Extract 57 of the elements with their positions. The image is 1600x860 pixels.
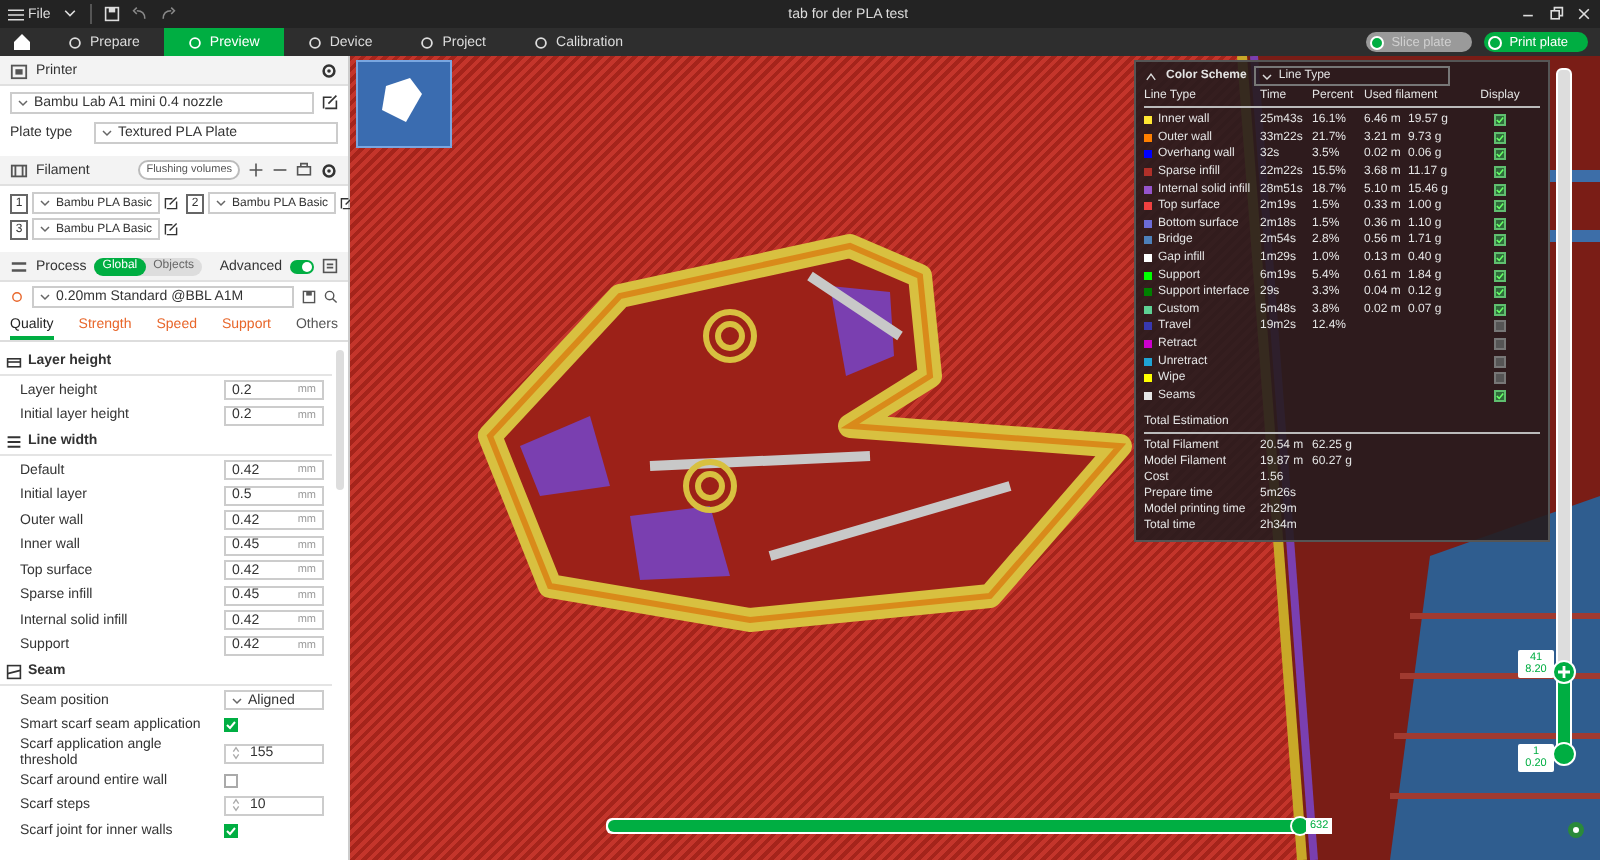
display-checkbox[interactable] xyxy=(1494,286,1506,299)
plus-icon[interactable] xyxy=(248,162,264,178)
display-checkbox[interactable] xyxy=(1494,303,1506,316)
edit-icon[interactable] xyxy=(164,196,179,210)
display-checkbox[interactable] xyxy=(1494,217,1506,230)
settings-icon[interactable] xyxy=(320,61,338,79)
display-checkbox[interactable] xyxy=(1494,148,1506,161)
square-icon xyxy=(6,663,22,679)
display-checkbox[interactable] xyxy=(1494,355,1506,368)
display-checkbox[interactable] xyxy=(1494,200,1506,213)
home-icon[interactable] xyxy=(12,32,32,52)
caret-icon xyxy=(102,127,112,137)
compare-icon[interactable] xyxy=(322,258,338,274)
checkbox[interactable] xyxy=(224,823,238,838)
settings-icon[interactable] xyxy=(320,161,338,179)
restore-icon[interactable] xyxy=(1548,6,1564,22)
printer-icon xyxy=(10,61,28,79)
checkbox[interactable] xyxy=(224,718,238,733)
layers-icon xyxy=(6,353,22,369)
display-checkbox[interactable] xyxy=(1494,320,1506,333)
circle-icon xyxy=(68,35,82,49)
display-checkbox[interactable] xyxy=(1494,252,1506,265)
caret-icon xyxy=(216,198,227,208)
scrollbar[interactable] xyxy=(336,350,344,490)
close-icon[interactable] xyxy=(1576,6,1592,22)
collapse-icon[interactable] xyxy=(1144,69,1158,83)
caret-icon xyxy=(232,695,242,706)
process-icon xyxy=(10,257,28,275)
circle-icon xyxy=(187,35,202,49)
display-checkbox[interactable] xyxy=(1494,269,1506,282)
search-icon[interactable] xyxy=(324,290,338,304)
edit-icon[interactable] xyxy=(164,222,179,236)
save-icon[interactable] xyxy=(302,290,316,304)
plate-thumbnail[interactable] xyxy=(356,60,452,148)
redo-icon[interactable] xyxy=(160,6,177,22)
display-checkbox[interactable] xyxy=(1494,372,1506,385)
caret-icon xyxy=(18,97,28,107)
display-checkbox[interactable] xyxy=(1494,234,1506,247)
display-checkbox[interactable] xyxy=(1494,183,1506,196)
circle-icon xyxy=(534,35,549,49)
display-checkbox[interactable] xyxy=(1494,389,1506,402)
edit-icon[interactable] xyxy=(322,94,338,110)
caret-icon xyxy=(40,198,50,208)
circle-icon xyxy=(420,35,435,49)
display-checkbox[interactable] xyxy=(1494,131,1506,144)
circle-icon xyxy=(307,35,322,49)
advanced-toggle[interactable] xyxy=(290,259,314,273)
undo-icon[interactable] xyxy=(132,6,149,22)
display-checkbox[interactable] xyxy=(1494,166,1506,179)
caret-icon[interactable] xyxy=(62,6,79,22)
caret-icon xyxy=(1262,71,1273,81)
checkbox[interactable] xyxy=(224,773,238,788)
display-checkbox[interactable] xyxy=(1494,114,1506,127)
caret-icon xyxy=(40,224,50,234)
caret-icon xyxy=(40,292,50,302)
display-checkbox[interactable] xyxy=(1494,338,1506,351)
lines-icon xyxy=(6,433,22,449)
